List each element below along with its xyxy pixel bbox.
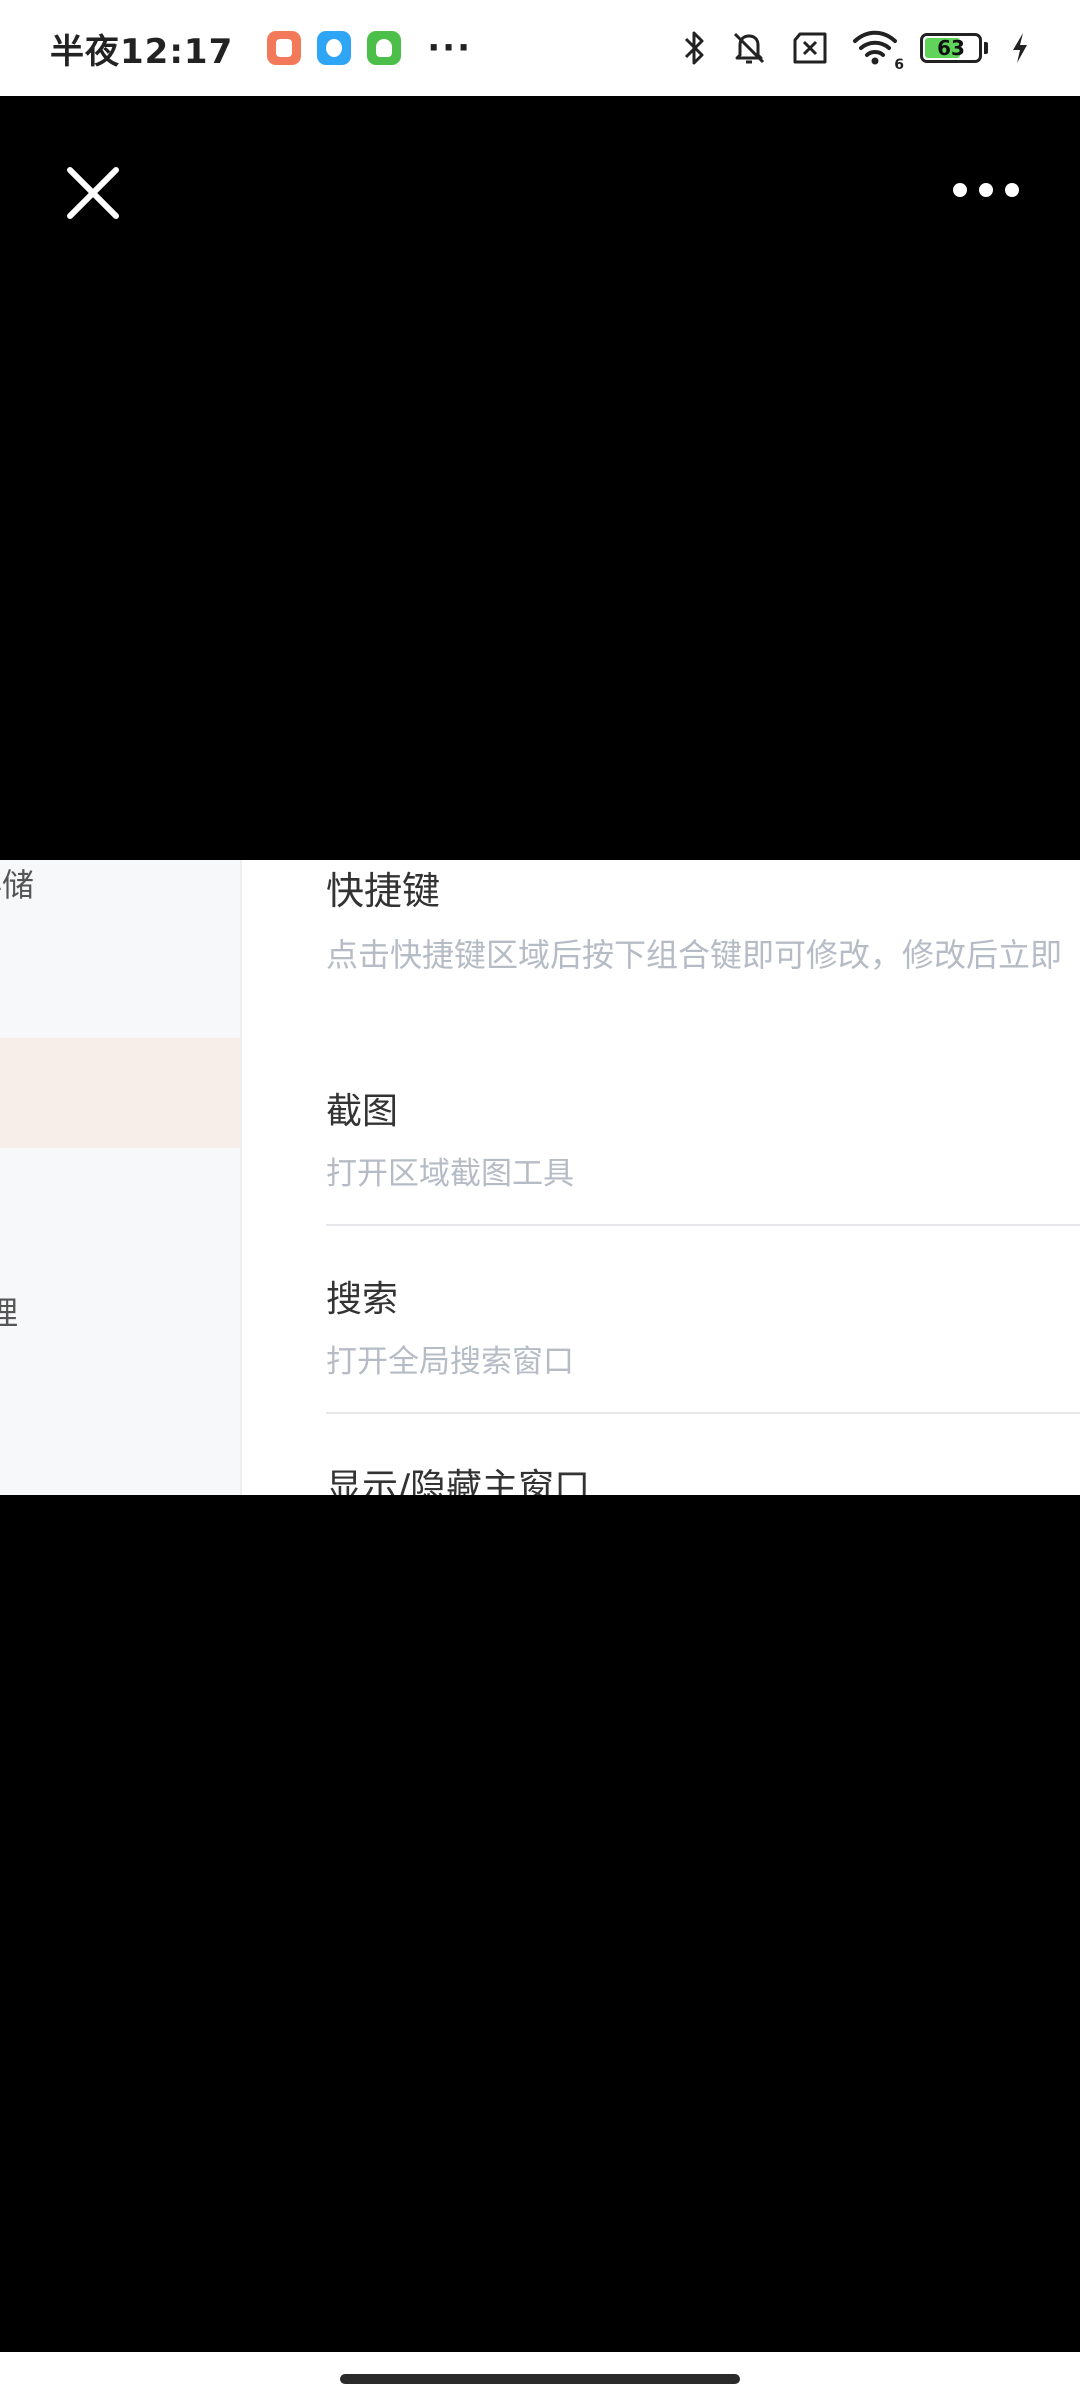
sidebar-item-active — [0, 1038, 240, 1148]
setting-description: 打开区域截图工具 — [326, 1156, 574, 1192]
status-bar: 半夜12:17 ··· 6 63 — [0, 0, 1080, 96]
sidebar: 存储 理 — [0, 860, 242, 1495]
charging-icon — [1013, 33, 1027, 63]
setting-row-screenshot: 截图 打开区域截图工具 — [326, 1082, 1080, 1193]
orange-app-icon — [267, 31, 302, 65]
status-time: 半夜12:17 — [50, 31, 234, 72]
status-icons: 6 63 — [682, 29, 1030, 73]
wifi-badge: 6 — [894, 57, 904, 73]
viewed-image[interactable]: 存储 理 快捷键 点击快捷键区域后按下组合键即可修改，修改后立即 截图 打开区域… — [0, 860, 1080, 1495]
divider — [326, 1412, 1080, 1414]
setting-title: 搜索 — [326, 1279, 399, 1320]
setting-row-search: 搜索 打开全局搜索窗口 — [326, 1270, 1080, 1381]
sidebar-item-manage: 理 — [0, 1294, 19, 1332]
setting-description: 打开全局搜索窗口 — [326, 1344, 574, 1380]
blue-app-icon — [317, 31, 352, 65]
more-icon — [953, 183, 1019, 197]
home-indicator[interactable] — [340, 2374, 740, 2384]
close-icon — [67, 167, 119, 219]
close-button[interactable] — [60, 160, 126, 226]
more-options-button[interactable] — [950, 170, 1022, 210]
sim-off-icon — [793, 32, 827, 64]
setting-row-toggle-window: 显示/隐藏主窗口 — [326, 1458, 1080, 1495]
battery-level: 63 — [937, 36, 965, 60]
wifi-indicator: 6 — [852, 29, 904, 73]
section-description: 点击快捷键区域后按下组合键即可修改，修改后立即 — [326, 936, 1063, 974]
setting-title: 截图 — [326, 1091, 399, 1132]
green-app-icon — [367, 31, 402, 65]
bluetooth-icon — [684, 31, 704, 65]
wifi-icon — [853, 30, 897, 65]
setting-title: 显示/隐藏主窗口 — [326, 1467, 591, 1495]
mute-bell-icon — [733, 32, 765, 64]
settings-panel: 快捷键 点击快捷键区域后按下组合键即可修改，修改后立即 截图 打开区域截图工具 … — [326, 860, 1080, 1495]
sidebar-item-storage: 存储 — [0, 866, 35, 904]
battery-icon: 63 — [920, 33, 988, 63]
status-overflow-indicator: ··· — [427, 28, 472, 68]
section-title: 快捷键 — [326, 869, 441, 913]
divider — [326, 1224, 1080, 1226]
